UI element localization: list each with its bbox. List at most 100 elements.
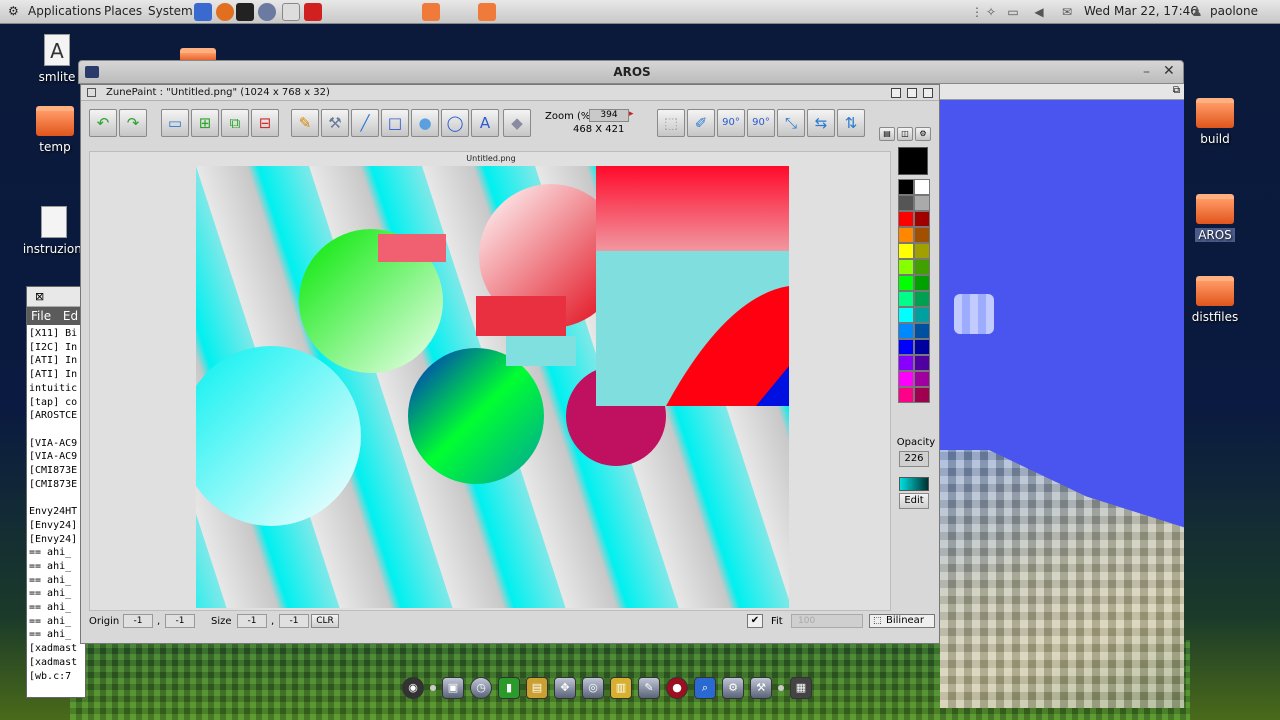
palette-swatch[interactable]	[914, 291, 930, 307]
filezilla-icon[interactable]	[304, 3, 322, 21]
clear-button[interactable]: CLR	[311, 614, 339, 628]
tools-icon[interactable]: ✥	[554, 677, 576, 699]
palette-swatch[interactable]	[898, 275, 914, 291]
canvas-area[interactable]: Untitled.png	[89, 151, 891, 611]
text-icon[interactable]: A	[471, 109, 499, 137]
zunepaint-window[interactable]: ZunePaint : "Untitled.png" (1024 x 768 x…	[80, 84, 940, 644]
network-icon[interactable]: ⚙	[722, 677, 744, 699]
gradient-swatch[interactable]	[899, 477, 929, 491]
terminal-window[interactable]: ⊠ File Ed [X11] Bi [I2C] In [ATI] In [ATI] …	[26, 286, 86, 698]
crop-icon[interactable]: ⬚	[657, 109, 685, 137]
palette-swatch[interactable]	[898, 259, 914, 275]
folder-launcher-icon[interactable]	[422, 3, 440, 21]
firefox-icon[interactable]	[216, 3, 234, 21]
palette-swatch[interactable]	[898, 227, 914, 243]
applications-icon[interactable]: ⚙	[8, 4, 19, 18]
zunepaint-titlebar[interactable]: ZunePaint : "Untitled.png" (1024 x 768 x…	[81, 85, 939, 101]
depth-gadget-icon[interactable]	[923, 88, 933, 98]
origin-y-field[interactable]: -1	[165, 614, 195, 628]
duplicate-layer-icon[interactable]: ⧉	[221, 109, 249, 137]
palette-swatch[interactable]	[914, 259, 930, 275]
palette-swatch[interactable]	[898, 323, 914, 339]
search-icon[interactable]: ⌕	[694, 677, 716, 699]
palette-swatch[interactable]	[898, 291, 914, 307]
filled-circle-icon[interactable]: ●	[411, 109, 439, 137]
size-x-field[interactable]: -1	[237, 614, 267, 628]
redo-icon[interactable]: ↷	[119, 109, 147, 137]
close-icon[interactable]: ✕	[1163, 63, 1177, 79]
mail-icon[interactable]: ✉	[1060, 5, 1074, 19]
brush-icon[interactable]: ⚒	[321, 109, 349, 137]
editor-icon[interactable]: ▤	[526, 677, 548, 699]
edit-button[interactable]: Edit	[899, 493, 929, 509]
menu-places[interactable]: Places	[104, 4, 142, 18]
size-y-field[interactable]: -1	[279, 614, 309, 628]
panel-clock[interactable]: Wed Mar 22, 17:46	[1084, 4, 1198, 18]
current-color-swatch[interactable]	[898, 147, 928, 175]
new-canvas-icon[interactable]: ▭	[161, 109, 189, 137]
rotate-left-icon[interactable]: 90°	[717, 109, 745, 137]
fit-slider[interactable]: 100	[791, 614, 863, 628]
menu-applications[interactable]: Applications	[28, 4, 101, 18]
pencil-icon[interactable]: ✎	[291, 109, 319, 137]
palette-swatch[interactable]	[898, 387, 914, 403]
wrench-icon[interactable]: ✧	[984, 5, 998, 19]
palette-swatch[interactable]	[914, 323, 930, 339]
menu-file[interactable]: File	[31, 309, 51, 323]
terminal-output[interactable]: [X11] Bi [I2C] In [ATI] In [ATI] In intuitic…	[27, 325, 85, 685]
terminal-launcher-icon[interactable]	[236, 3, 254, 21]
aros-window-titlebar[interactable]: AROS – ✕	[78, 60, 1184, 84]
bilinear-checkbox[interactable]: ⬚ Bilinear	[869, 614, 935, 628]
flip-diagonal-icon[interactable]: ⤡	[777, 109, 805, 137]
ellipse-icon[interactable]: ◯	[441, 109, 469, 137]
folder-launcher-icon[interactable]	[478, 3, 496, 21]
shell-icon[interactable]: ▮	[498, 677, 520, 699]
palette-swatch[interactable]	[898, 371, 914, 387]
menu-edit[interactable]: Ed	[63, 309, 78, 323]
window-mode-icon[interactable]: ◫	[897, 127, 913, 141]
zoom-gadget-icon[interactable]	[907, 88, 917, 98]
printer-icon[interactable]	[282, 3, 300, 21]
files-icon[interactable]: ▥	[610, 677, 632, 699]
clock-icon[interactable]: ◷	[470, 677, 492, 699]
settings-icon[interactable]: ⚙	[915, 127, 931, 141]
palette-swatch[interactable]	[898, 243, 914, 259]
close-icon[interactable]	[87, 88, 96, 97]
palette-swatch[interactable]	[898, 307, 914, 323]
paint-canvas[interactable]	[196, 166, 789, 608]
terminal-titlebar[interactable]: ⊠	[27, 287, 85, 307]
palette-swatch[interactable]	[914, 275, 930, 291]
iconify-icon[interactable]	[891, 88, 901, 98]
palette-swatch[interactable]	[898, 179, 914, 195]
network-icon[interactable]	[258, 3, 276, 21]
palette-swatch[interactable]	[914, 179, 930, 195]
record-icon[interactable]: ●	[666, 677, 688, 699]
delete-layer-icon[interactable]: ⊟	[251, 109, 279, 137]
desktop-icon-build[interactable]: build	[1180, 98, 1250, 146]
palette-swatch[interactable]	[914, 211, 930, 227]
panel-user[interactable]: paolone	[1210, 4, 1258, 18]
picker-icon[interactable]: ✐	[687, 109, 715, 137]
help-icon[interactable]	[194, 3, 212, 21]
volume-icon[interactable]: ◀	[1032, 5, 1046, 19]
screen-mode-icon[interactable]: ▤	[879, 127, 895, 141]
palette-swatch[interactable]	[914, 371, 930, 387]
line-icon[interactable]: ╱	[351, 109, 379, 137]
palette-swatch[interactable]	[914, 387, 930, 403]
palette-swatch[interactable]	[898, 195, 914, 211]
zoom-input[interactable]: 394	[589, 109, 629, 122]
close-icon[interactable]: ⊠	[35, 290, 44, 303]
palette-swatch[interactable]	[898, 211, 914, 227]
drawer-icon[interactable]: ▣	[442, 677, 464, 699]
palette-swatch[interactable]	[914, 227, 930, 243]
desktop-icon-aros[interactable]: AROS	[1180, 194, 1250, 242]
user-icon[interactable]: ♟	[1190, 5, 1204, 19]
palette-swatch[interactable]	[914, 355, 930, 371]
flip-horizontal-icon[interactable]: ⇆	[807, 109, 835, 137]
flip-vertical-icon[interactable]: ⇅	[837, 109, 865, 137]
settings-icon[interactable]: ⚒	[750, 677, 772, 699]
depth-gadget-icon[interactable]: ⧉	[1173, 85, 1180, 96]
desktop-icon-distfiles[interactable]: distfiles	[1180, 276, 1250, 324]
fit-checkbox[interactable]: ✔	[747, 614, 763, 628]
palette-swatch[interactable]	[914, 339, 930, 355]
